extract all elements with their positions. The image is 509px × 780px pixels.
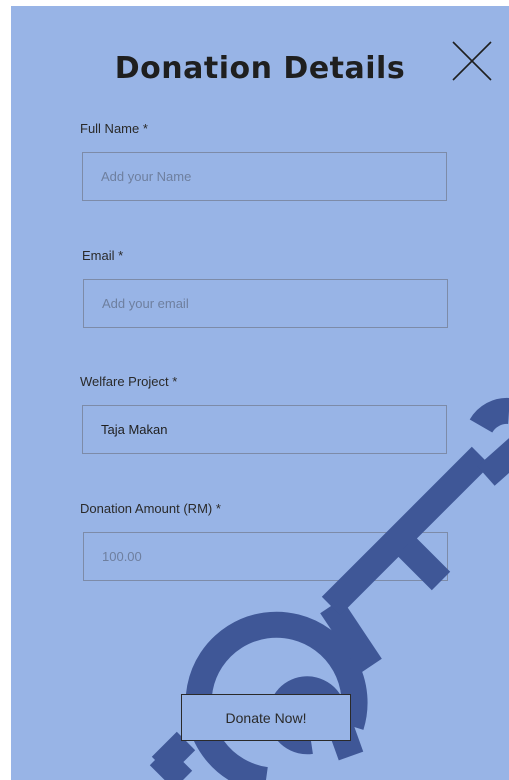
welfare-project-label: Welfare Project * bbox=[80, 374, 178, 389]
close-icon bbox=[452, 41, 492, 81]
form-title: Donation Details bbox=[114, 51, 406, 86]
email-label: Email * bbox=[82, 248, 124, 263]
close-button[interactable] bbox=[450, 39, 494, 83]
donate-now-button[interactable]: Donate Now! bbox=[181, 694, 351, 741]
full-name-input[interactable] bbox=[82, 152, 447, 201]
donation-amount-input[interactable] bbox=[83, 532, 448, 581]
email-input[interactable] bbox=[83, 279, 448, 328]
donation-amount-label: Donation Amount (RM) * bbox=[80, 501, 221, 516]
full-name-label: Full Name * bbox=[80, 121, 148, 136]
donation-form-panel: Donation Details Full Name * Email * Wel… bbox=[11, 6, 509, 780]
welfare-project-input[interactable] bbox=[82, 405, 447, 454]
